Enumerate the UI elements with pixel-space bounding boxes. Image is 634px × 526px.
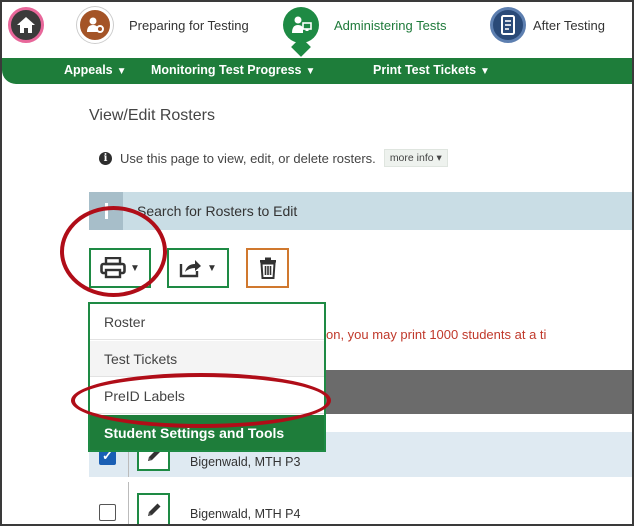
row-checkbox[interactable] [99, 504, 116, 521]
step-administering-label[interactable]: Administering Tests [334, 18, 446, 33]
document-icon[interactable] [490, 7, 526, 43]
sub-navigation: Appeals ▼ Monitoring Test Progress ▼ Print… [2, 58, 632, 84]
nav-monitoring-label: Monitoring Test Progress [151, 63, 302, 77]
chevron-down-icon: ▼ [130, 262, 140, 274]
expand-toggle-icon[interactable] [89, 192, 123, 230]
step-after-label[interactable]: After Testing [533, 18, 605, 33]
info-message: i Use this page to view, edit, or delete… [99, 149, 448, 167]
info-icon: i [99, 151, 112, 165]
chevron-down-icon: ▼ [305, 66, 316, 77]
print-limit-warning: on, you may print 1000 students at a ti [326, 327, 547, 342]
table-row[interactable] [89, 482, 632, 524]
share-export-icon [179, 260, 202, 278]
info-text: Use this page to view, edit, or delete r… [120, 150, 376, 166]
nav-print-tickets-label: Print Test Tickets [373, 63, 477, 77]
page-title: View/Edit Rosters [89, 107, 215, 124]
roster-name[interactable]: Bigenwald, MTH P3 [190, 455, 300, 469]
app-frame: Preparing for Testing Administering Test… [0, 0, 634, 526]
more-info-label: more info [389, 152, 434, 164]
nav-print-tickets[interactable]: Print Test Tickets ▼ [373, 63, 490, 77]
menu-item-preid-labels[interactable]: PreID Labels [90, 378, 324, 414]
roster-name[interactable]: Bigenwald, MTH P4 [190, 507, 300, 521]
menu-item-roster[interactable]: Roster [90, 304, 324, 340]
nav-appeals-label: Appeals [64, 63, 113, 77]
export-button[interactable]: ▼ [167, 248, 229, 288]
nav-monitoring[interactable]: Monitoring Test Progress ▼ [151, 63, 315, 77]
print-dropdown-menu: Roster Test Tickets PreID Labels Student… [88, 302, 326, 452]
menu-item-test-tickets[interactable]: Test Tickets [90, 341, 324, 377]
more-info-button[interactable]: more info ▾ [383, 149, 448, 167]
search-panel[interactable]: Search for Rosters to Edit [89, 192, 632, 230]
gear-person-icon[interactable] [77, 7, 113, 43]
chevron-down-icon: ▼ [207, 262, 217, 274]
workflow-bar: Preparing for Testing Administering Test… [2, 2, 632, 57]
chevron-down-icon: ▼ [480, 66, 490, 77]
step-preparing-label[interactable]: Preparing for Testing [129, 18, 249, 33]
trash-icon [259, 257, 276, 279]
delete-button[interactable] [246, 248, 289, 288]
printer-icon [100, 257, 126, 279]
nav-appeals[interactable]: Appeals ▼ [64, 63, 127, 77]
home-icon[interactable] [8, 7, 44, 43]
edit-button[interactable] [137, 493, 170, 524]
chevron-down-icon: ▼ [116, 66, 127, 77]
pencil-icon [147, 503, 160, 516]
menu-item-student-settings[interactable]: Student Settings and Tools [90, 415, 324, 450]
print-button[interactable]: ▼ [89, 248, 151, 288]
search-panel-label: Search for Rosters to Edit [137, 203, 298, 219]
row-divider [128, 482, 129, 524]
